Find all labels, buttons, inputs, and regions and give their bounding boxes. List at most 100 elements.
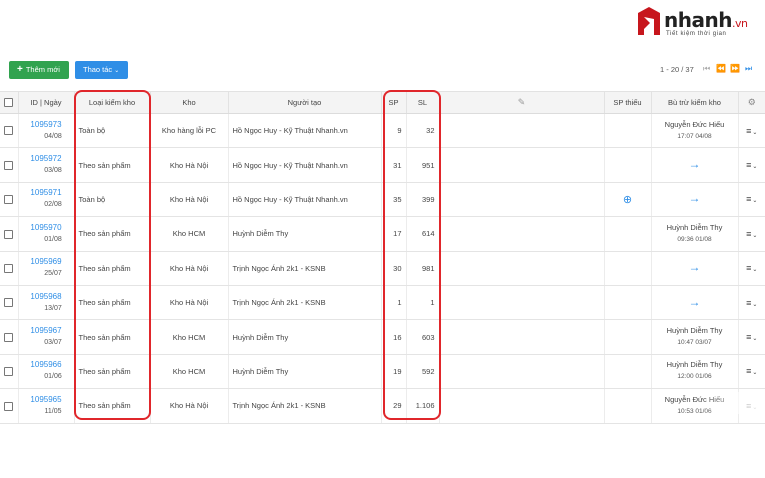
offset-cell: →	[651, 182, 739, 218]
zoom-in-icon[interactable]: ⊕	[623, 194, 632, 206]
col-type[interactable]: Loại kiểm kho	[74, 91, 151, 114]
sl-cell: 32	[406, 113, 440, 149]
menu-icon: ≡	[746, 400, 752, 411]
offset-user: Nguyễn Đức Hiếu	[664, 119, 725, 129]
row-select-cell	[0, 216, 19, 252]
row-menu[interactable]: ≡⌄	[738, 319, 765, 355]
col-warehouse[interactable]: Kho	[150, 91, 229, 114]
chevron-down-icon: ⌄	[752, 336, 758, 343]
id-link[interactable]: 1095973	[19, 119, 74, 131]
warehouse-cell: Kho Hà Nội	[150, 285, 229, 321]
table-row: 1095970 01/08 Theo sản phẩm Kho HCM Huỳnh…	[0, 216, 765, 252]
id-cell: 1095969 25/07	[18, 251, 75, 286]
sl-cell: 981	[406, 251, 440, 286]
row-date: 03/07	[44, 339, 62, 347]
row-menu[interactable]: ≡⌄	[738, 354, 765, 390]
sp-missing-cell	[604, 354, 652, 390]
id-cell: 1095966 01/06	[18, 354, 75, 390]
sp-missing-cell	[604, 113, 652, 149]
row-select-cell	[0, 113, 19, 149]
table-row: 1095971 02/08 Toàn bộ Kho Hà Nội Hồ Ngọc …	[0, 182, 765, 218]
col-settings[interactable]: ⚙	[738, 91, 765, 114]
sp-cell: 29	[381, 388, 407, 424]
note-cell	[439, 319, 605, 355]
warehouse-cell: Kho Hà Nội	[150, 251, 229, 286]
id-link[interactable]: 1095966	[19, 359, 74, 371]
arrow-right-icon[interactable]: →	[689, 157, 701, 171]
first-page-icon[interactable]: ⏮	[703, 64, 710, 74]
row-checkbox[interactable]	[4, 401, 14, 411]
sp-missing-cell	[604, 251, 652, 286]
id-link[interactable]: 1095965	[19, 394, 74, 406]
arrow-right-icon[interactable]: →	[689, 260, 701, 274]
row-menu[interactable]: ≡⌄	[738, 216, 765, 252]
id-link[interactable]: 1095968	[19, 291, 74, 303]
note-cell	[439, 388, 605, 424]
sp-cell: 1	[381, 285, 407, 321]
sl-cell: 592	[406, 354, 440, 390]
row-checkbox[interactable]	[4, 195, 14, 205]
row-menu[interactable]: ≡⌄	[738, 182, 765, 218]
prev-page-icon[interactable]: ⏪	[716, 64, 726, 73]
offset-cell: →	[651, 251, 739, 286]
id-link[interactable]: 1095969	[19, 256, 74, 268]
warehouse-cell: Kho HCM	[150, 319, 229, 355]
note-cell	[439, 251, 605, 286]
note-icon: ✎	[517, 97, 526, 107]
creator-cell: Hồ Ngọc Huy - Kỹ Thuật Nhanh.vn	[228, 182, 382, 218]
creator-cell: Hồ Ngọc Huy - Kỹ Thuật Nhanh.vn	[228, 147, 382, 183]
col-sp-missing[interactable]: SP thiếu	[604, 91, 652, 114]
note-cell	[439, 182, 605, 218]
actions-dropdown-button[interactable]: Thao tác ⌄	[75, 61, 128, 79]
col-offset[interactable]: Bù trừ kiểm kho	[651, 91, 739, 114]
type-cell: Theo sản phẩm	[74, 147, 151, 183]
row-select-cell	[0, 182, 19, 218]
offset-user: Nguyễn Đức Hiếu	[664, 394, 725, 404]
offset-user: Huỳnh Diễm Thy	[666, 222, 723, 232]
row-checkbox[interactable]	[4, 332, 14, 342]
row-checkbox[interactable]	[4, 160, 14, 170]
sp-cell: 30	[381, 251, 407, 286]
table-row: 1095973 04/08 Toàn bộ Kho hàng lỗi PC Hồ …	[0, 113, 765, 149]
id-link[interactable]: 1095971	[19, 187, 74, 199]
id-link[interactable]: 1095972	[19, 153, 74, 165]
brand-logo: nhanh.vn Tiết kiệm thời gian	[636, 5, 758, 41]
offset-cell: →	[651, 285, 739, 321]
offset-user: Huỳnh Diễm Thy	[666, 326, 723, 336]
note-cell	[439, 216, 605, 252]
row-menu[interactable]: ≡⌄	[738, 285, 765, 321]
row-checkbox[interactable]	[4, 126, 14, 136]
id-cell: 1095973 04/08	[18, 113, 75, 149]
id-link[interactable]: 1095970	[19, 222, 74, 234]
arrow-right-icon[interactable]: →	[689, 191, 701, 205]
brand-suffix: .vn	[731, 17, 748, 30]
next-page-icon[interactable]: ⏩	[730, 64, 740, 73]
last-page-icon[interactable]: ⏭	[745, 64, 752, 74]
row-checkbox[interactable]	[4, 264, 14, 274]
menu-icon: ≡	[746, 160, 752, 171]
creator-cell: Trịnh Ngọc Ánh 2k1 - KSNB	[228, 251, 382, 286]
row-checkbox[interactable]	[4, 229, 14, 239]
col-sl[interactable]: SL	[406, 91, 440, 114]
creator-cell: Trịnh Ngọc Ánh 2k1 - KSNB	[228, 388, 382, 424]
gear-icon[interactable]: ⚙	[748, 97, 756, 107]
row-checkbox[interactable]	[4, 298, 14, 308]
select-all-checkbox[interactable]	[4, 98, 14, 108]
col-id[interactable]: ID | Ngày	[18, 91, 75, 114]
row-menu[interactable]: ≡⌄	[738, 113, 765, 149]
add-new-button[interactable]: + Thêm mới	[9, 61, 69, 79]
col-creator[interactable]: Người tạo	[228, 91, 382, 114]
row-menu[interactable]: ≡⌄	[738, 147, 765, 183]
sp-cell: 35	[381, 182, 407, 218]
col-sp[interactable]: SP	[381, 91, 407, 114]
arrow-right-icon[interactable]: →	[689, 295, 701, 309]
id-link[interactable]: 1095967	[19, 325, 74, 337]
menu-icon: ≡	[746, 366, 752, 377]
creator-cell: Huỳnh Diễm Thy	[228, 354, 382, 390]
brand-name: nhanh.vn	[664, 8, 748, 32]
row-checkbox[interactable]	[4, 367, 14, 377]
sp-cell: 19	[381, 354, 407, 390]
row-menu[interactable]: ≡⌄	[738, 251, 765, 286]
chevron-down-icon: ⌄	[752, 164, 758, 171]
row-menu[interactable]: ≡⌄	[738, 388, 765, 424]
